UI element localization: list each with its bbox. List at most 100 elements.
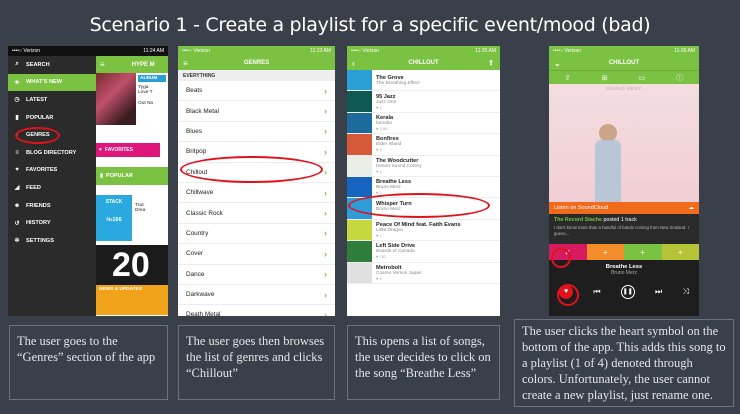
song-thumbnail [347, 91, 372, 112]
stack-card[interactable]: STACK №166 Trac Drea [96, 195, 168, 241]
previous-icon[interactable]: ⏮ [593, 287, 600, 297]
menu-item-settings[interactable]: ✲ SETTINGS [8, 232, 96, 250]
big-number: 20 [96, 245, 168, 285]
genre-row[interactable]: Cover › [178, 244, 335, 265]
info-icon[interactable]: ⓘ [676, 73, 683, 83]
song-meta: ♥ 4 [376, 147, 382, 153]
pause-icon[interactable]: ❚❚ [620, 285, 635, 299]
stack-label: STACK [105, 199, 123, 205]
status-bar: ••••○ Verizon 11:25 AM [347, 46, 500, 56]
highlight-circle [15, 127, 60, 144]
genre-row[interactable]: Chillwave › [178, 183, 335, 204]
album-text: Out No [138, 101, 154, 106]
playlist-add-button[interactable]: + [586, 244, 624, 260]
blog-name[interactable]: The Record Stache [554, 217, 602, 223]
action-bar: ⇪ ⊞ ▭ ⓘ [549, 70, 699, 84]
hamburger-icon[interactable]: ≡ [100, 60, 105, 69]
down-chevron-icon[interactable]: ⌄ [554, 59, 561, 68]
soundcloud-icon: ☁ [688, 205, 695, 211]
highlight-circle [348, 193, 490, 218]
favorites-card[interactable]: ♥ FAVORITES [96, 137, 168, 163]
hamburger-icon[interactable]: ≡ [183, 59, 188, 68]
menu-item-search[interactable]: ⌕ SEARCH [8, 56, 96, 74]
genre-row[interactable]: Classic Rock › [178, 203, 335, 224]
song-row[interactable]: Left Side Drive Boards of Canada ♥ 782 [347, 241, 500, 263]
genre-label: Country [186, 229, 209, 237]
airplay-icon[interactable]: ▭ [639, 74, 646, 82]
genre-row[interactable]: Blues › [178, 122, 335, 143]
playlist-add-button[interactable]: + [661, 244, 699, 260]
chevron-right-icon: › [324, 187, 327, 198]
status-bar: ••••○ Verizon 11:23 AM [178, 46, 335, 56]
heart-icon: ♥ [99, 147, 102, 153]
menu-item-feed[interactable]: ◢ FEED [8, 179, 96, 197]
carrier-label: ••••○ Verizon [553, 48, 582, 54]
cart-icon[interactable]: ⊞ [602, 74, 608, 82]
song-row[interactable]: Bonfires Elder Island ♥ 4 [347, 134, 500, 156]
genre-label: Cover [186, 250, 204, 258]
genre-row[interactable]: Country › [178, 224, 335, 245]
posted-text: posted [603, 217, 620, 223]
chevron-right-icon: › [324, 85, 327, 96]
song-row[interactable]: Metrobolt Cosmo Versus Japan ♥ 6 [347, 262, 500, 284]
genre-row[interactable]: Darkwave › [178, 285, 335, 306]
song-info: Bonfires Elder Island ♥ 4 [372, 134, 500, 154]
popular-card[interactable]: ▮ POPULAR [96, 167, 168, 185]
genre-label: Blues [186, 127, 202, 135]
menu-item-history[interactable]: ↺ HISTORY [8, 214, 96, 232]
song-row[interactable]: 95 Jazz Jazz One ♥ 1 [347, 91, 500, 113]
menu-item-label: LATEST [26, 96, 48, 103]
song-row[interactable]: Kerala bonobo ♥ 2.6K [347, 112, 500, 135]
menu-item-blog-directory[interactable]: ≡ BLOG DIRECTORY [8, 144, 96, 162]
menu-item-label: FAVORITES [26, 167, 58, 174]
news-card[interactable]: NEWS & UPDATES [96, 285, 168, 315]
menu-item-label: SETTINGS [26, 237, 54, 244]
clock-icon: ◷ [14, 97, 20, 104]
track-artist: Bruno Merz [611, 270, 637, 276]
caption-step-4: The user clicks the heart symbol on the … [514, 319, 734, 407]
menu-item-label: SEARCH [26, 61, 50, 68]
album-art: BRUNO MERZ [549, 84, 699, 202]
album-card[interactable]: ALBUM Tyga Love T Out No [96, 73, 168, 125]
genre-row[interactable]: Beats › [178, 81, 335, 102]
status-bar: ••••○ Verizon 11:26 AM [549, 46, 699, 56]
soundcloud-label: Listen on SoundCloud [554, 205, 609, 211]
chevron-right-icon: › [324, 146, 327, 157]
genre-row[interactable]: Black Metal › [178, 101, 335, 122]
track-text: Drea [135, 208, 146, 213]
back-icon[interactable]: ‹ [352, 59, 355, 68]
chevron-right-icon: › [324, 289, 327, 300]
song-row[interactable]: The Grove The Breathing Effect [347, 70, 500, 92]
share-icon[interactable]: ⇪ [565, 74, 571, 82]
carrier-label: ••••○ Verizon [351, 48, 380, 54]
shuffle-icon[interactable]: ⤨ [682, 287, 688, 297]
share-icon[interactable]: ⇪ [488, 59, 494, 67]
artist-overlay: BRUNO MERZ [606, 86, 642, 91]
song-thumbnail [347, 219, 372, 241]
phone-screen-songs: ••••○ Verizon 11:25 AM ‹ CHILLOUT ⇪ The … [347, 46, 500, 316]
menu-item-popular[interactable]: ▮ POPULAR [8, 109, 96, 127]
menu-item-friends[interactable]: ☻ FRIENDS [8, 197, 96, 215]
time-label: 11:24 AM [143, 48, 164, 54]
menu-item-label: POPULAR [26, 114, 54, 121]
next-icon[interactable]: ⏭ [655, 287, 662, 297]
friends-icon: ☻ [13, 202, 21, 209]
menu-item-what-s-new[interactable]: ★ WHAT'S NEW [8, 73, 96, 92]
song-row[interactable]: The Woodcutter Desert Sound Colony ♥ 4 [347, 155, 500, 177]
menu-item-favorites[interactable]: ♥ FAVORITES [8, 162, 96, 180]
menu-item-latest[interactable]: ◷ LATEST [8, 91, 96, 109]
genre-row[interactable]: Death Metal › [178, 305, 335, 316]
soundcloud-bar[interactable]: Listen on SoundCloud ☁ [549, 202, 699, 214]
song-info: Metrobolt Cosmo Versus Japan ♥ 6 [372, 263, 500, 283]
genre-label: Beats [186, 87, 203, 95]
news-label: NEWS & UPDATES [99, 287, 143, 292]
playlist-add-button[interactable]: + [624, 244, 662, 260]
genre-row[interactable]: Dance › [178, 265, 335, 285]
history-icon: ↺ [14, 220, 20, 227]
phone-screen-player: ••••○ Verizon 11:26 AM ⌄ CHILLOUT ⇪ ⊞ ▭ … [549, 46, 699, 316]
chevron-right-icon: › [324, 167, 327, 178]
caption-step-3: This opens a list of songs, the user dec… [347, 325, 500, 400]
star-icon: ★ [14, 79, 20, 86]
song-row[interactable]: Peace Of Mind feat. Faith Evans Little Dr… [347, 219, 500, 242]
gear-icon: ✲ [14, 238, 20, 245]
